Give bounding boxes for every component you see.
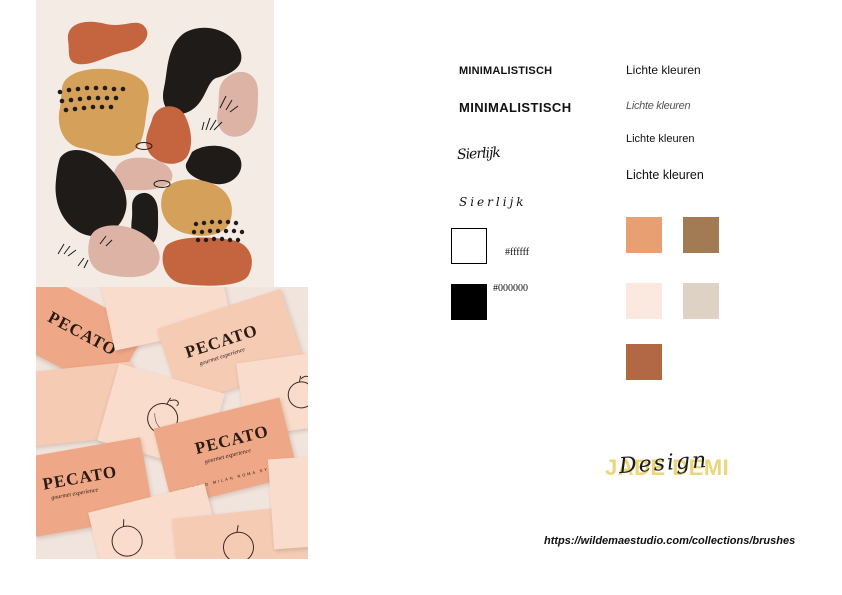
palette-swatch-peach	[626, 217, 662, 253]
swatch-black	[451, 284, 487, 320]
rust-shape-top	[67, 21, 148, 65]
abstract-shapes	[55, 21, 258, 286]
business-cards-photo: PECATO PECATO gourmet experience PECATO …	[36, 287, 308, 559]
font-sample-script-2: Sierlijk	[459, 195, 527, 209]
abstract-art-image	[36, 0, 274, 287]
hex-label-white: #ffffff	[505, 247, 530, 258]
apple-illustration-icon	[287, 375, 308, 409]
font-sample-script-1: Sierlijk	[456, 144, 501, 164]
font-sample-minimal-2: MINIMALISTISCH	[459, 100, 572, 115]
palette-swatch-cream	[626, 283, 662, 319]
swatch-white	[451, 228, 487, 264]
rust-shape-bottom	[162, 237, 252, 286]
rust-shape-middle	[146, 106, 192, 164]
brand-logo: JADE DEMI Design	[605, 447, 765, 487]
card	[267, 454, 308, 550]
font-sample-light-1: Lichte kleuren	[626, 63, 701, 77]
font-sample-minimal-1: MINIMALISTISCH	[459, 65, 553, 77]
palette-swatch-terracotta	[626, 344, 662, 380]
font-sample-light-4: Lichte kleuren	[626, 168, 704, 182]
charcoal-shape-right	[185, 145, 242, 185]
source-url-link[interactable]: https://wildemaestudio.com/collections/b…	[544, 535, 795, 547]
font-sample-light-2: Lichte kleuren	[626, 100, 691, 112]
charcoal-shape-left	[55, 150, 127, 237]
apple-illustration-icon	[111, 519, 143, 557]
apple-illustration-icon	[222, 525, 254, 559]
blush-shape-right	[217, 71, 258, 137]
palette-swatch-beige	[683, 283, 719, 319]
hex-label-black: #000000	[493, 283, 528, 294]
font-sample-light-3: Lichte kleuren	[626, 133, 695, 145]
palette-swatch-brown	[683, 217, 719, 253]
ochre-shape-lower	[161, 179, 232, 236]
ochre-shape-left	[58, 68, 149, 156]
